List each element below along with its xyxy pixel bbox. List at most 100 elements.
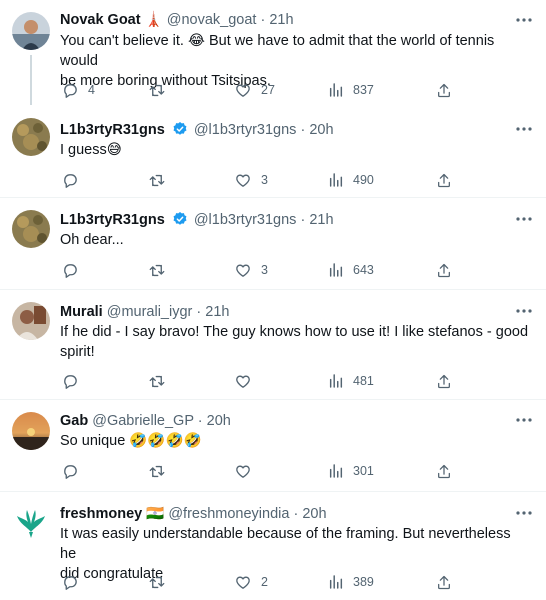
action-bar: 4 27 837: [60, 80, 460, 100]
reply-button[interactable]: [62, 371, 88, 391]
handle[interactable]: @freshmoneyindia: [168, 506, 289, 522]
action-bar: 3 490: [60, 170, 460, 190]
more-icon[interactable]: [514, 412, 534, 428]
like-icon: [234, 574, 252, 591]
like-button[interactable]: 2: [234, 572, 268, 592]
handle[interactable]: @novak_goat: [167, 12, 257, 28]
display-name[interactable]: Gab: [60, 413, 88, 429]
handle[interactable]: @l1b3rtyr31gns: [194, 122, 297, 138]
display-name[interactable]: Novak Goat: [60, 12, 141, 28]
views-button[interactable]: 301: [328, 461, 374, 481]
timestamp[interactable]: 21h: [205, 304, 229, 320]
tweet-text-line: It was easily understandable because of …: [60, 526, 511, 562]
display-name[interactable]: Murali: [60, 304, 103, 320]
views-count: 643: [353, 263, 374, 277]
display-name[interactable]: L1b3rtyR31gns: [60, 122, 165, 138]
avatar[interactable]: [12, 12, 50, 50]
more-icon[interactable]: [514, 12, 534, 28]
views-button[interactable]: 643: [328, 260, 374, 280]
reply-button[interactable]: [62, 170, 88, 190]
thread-line: [30, 55, 32, 105]
like-button[interactable]: [234, 461, 261, 481]
views-button[interactable]: 837: [328, 80, 374, 100]
views-icon: [328, 82, 344, 98]
share-icon: [436, 82, 452, 99]
views-count: 490: [353, 173, 374, 187]
tweet-text: If he did - I say bravo! The guy knows h…: [60, 322, 530, 362]
handle[interactable]: @l1b3rtyr31gns: [194, 212, 297, 228]
name-emoji: 🗼: [144, 12, 163, 28]
avatar[interactable]: [12, 210, 50, 248]
reply-button[interactable]: [62, 260, 88, 280]
retweet-button[interactable]: [148, 80, 175, 100]
handle[interactable]: @murali_iygr: [107, 304, 193, 320]
like-button[interactable]: [234, 371, 261, 391]
views-button[interactable]: 389: [328, 572, 374, 592]
tweet[interactable]: L1b3rtyR31gns @l1b3rtyr31gns · 20h I gue…: [0, 108, 546, 198]
tweet[interactable]: Gab @Gabrielle_GP · 20h So unique 🤣🤣🤣🤣 3…: [0, 400, 546, 492]
retweet-icon: [148, 574, 166, 591]
like-count: 27: [261, 83, 275, 97]
views-button[interactable]: 481: [328, 371, 374, 391]
avatar[interactable]: [12, 302, 50, 340]
share-button[interactable]: [436, 371, 452, 391]
timestamp[interactable]: 20h: [207, 413, 231, 429]
views-button[interactable]: 490: [328, 170, 374, 190]
like-count: 2: [261, 575, 268, 589]
retweet-button[interactable]: [148, 371, 175, 391]
like-icon: [234, 373, 252, 390]
retweet-button[interactable]: [148, 260, 175, 280]
tweet-text-line: If he did - I say bravo! The guy knows h…: [60, 324, 529, 340]
timestamp[interactable]: 21h: [269, 12, 293, 28]
more-icon[interactable]: [514, 303, 534, 319]
display-name[interactable]: L1b3rtyR31gns: [60, 212, 165, 228]
retweet-button[interactable]: [148, 170, 175, 190]
more-icon[interactable]: [514, 505, 534, 521]
tweet[interactable]: Novak Goat 🗼 @novak_goat · 21h You can't…: [0, 0, 546, 108]
tweet[interactable]: L1b3rtyR31gns @l1b3rtyr31gns · 21h Oh de…: [0, 198, 546, 290]
reply-button[interactable]: 4: [62, 80, 95, 100]
timestamp[interactable]: 21h: [309, 212, 333, 228]
share-button[interactable]: [436, 461, 452, 481]
separator: ·: [197, 413, 203, 429]
handle[interactable]: @Gabrielle_GP: [92, 413, 194, 429]
tweet-header: Murali @murali_iygr · 21h: [60, 302, 229, 322]
retweet-button[interactable]: [148, 572, 175, 592]
reply-button[interactable]: [62, 461, 88, 481]
timestamp[interactable]: 20h: [309, 122, 333, 138]
share-button[interactable]: [436, 80, 452, 100]
avatar[interactable]: [12, 504, 50, 542]
retweet-icon: [148, 262, 166, 279]
like-button[interactable]: 3: [234, 260, 268, 280]
share-button[interactable]: [436, 572, 452, 592]
views-count: 301: [353, 464, 374, 478]
timestamp[interactable]: 20h: [302, 506, 326, 522]
share-button[interactable]: [436, 260, 452, 280]
share-icon: [436, 463, 452, 480]
tweet-text: I guess😅: [60, 140, 530, 160]
more-icon[interactable]: [514, 121, 534, 137]
avatar[interactable]: [12, 412, 50, 450]
like-button[interactable]: 27: [234, 80, 275, 100]
views-icon: [328, 373, 344, 389]
avatar[interactable]: [12, 118, 50, 156]
share-icon: [436, 574, 452, 591]
tweet[interactable]: freshmoney 🇮🇳 @freshmoneyindia · 20h It …: [0, 492, 546, 600]
display-name[interactable]: freshmoney: [60, 506, 142, 522]
share-button[interactable]: [436, 170, 452, 190]
like-count: 3: [261, 263, 268, 277]
reply-button[interactable]: [62, 572, 88, 592]
reply-icon: [62, 373, 79, 390]
like-icon: [234, 262, 252, 279]
retweet-button[interactable]: [148, 461, 175, 481]
like-count: 3: [261, 173, 268, 187]
action-bar: 301: [60, 461, 460, 481]
reply-icon: [62, 172, 79, 189]
tweet-header: Gab @Gabrielle_GP · 20h: [60, 411, 231, 431]
tweet[interactable]: Murali @murali_iygr · 21h If he did - I …: [0, 290, 546, 400]
more-icon[interactable]: [514, 211, 534, 227]
views-icon: [328, 172, 344, 188]
views-icon: [328, 463, 344, 479]
reply-icon: [62, 262, 79, 279]
like-button[interactable]: 3: [234, 170, 268, 190]
